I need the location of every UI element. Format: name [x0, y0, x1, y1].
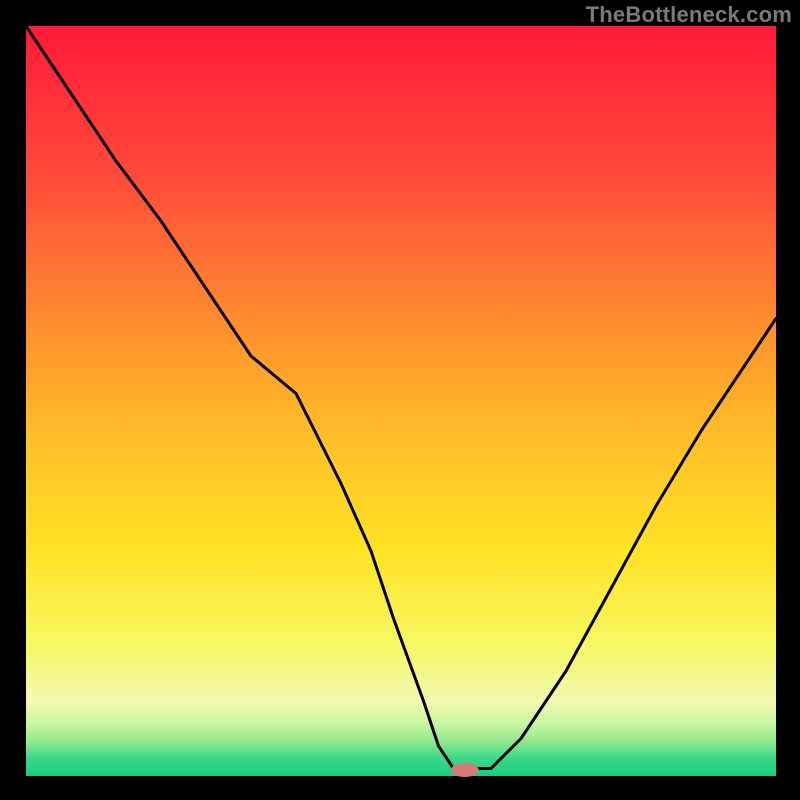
optimum-marker: [451, 763, 479, 777]
bottleneck-chart: [0, 0, 800, 800]
watermark-label: TheBottleneck.com: [586, 2, 792, 28]
chart-stage: TheBottleneck.com: [0, 0, 800, 800]
plot-background: [26, 26, 776, 776]
